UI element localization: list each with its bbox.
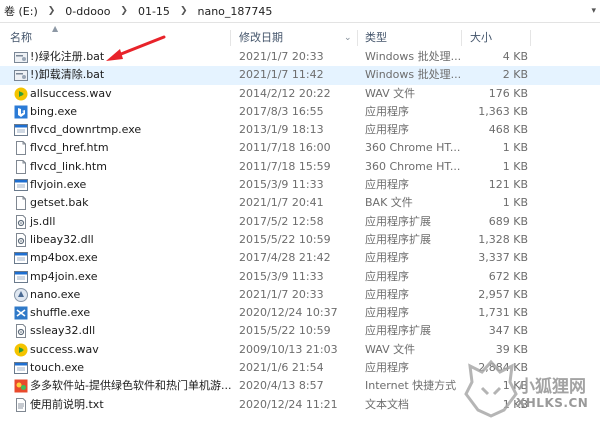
fox-logo-icon <box>464 359 518 418</box>
watermark-brand: 小狐狸网 <box>518 377 586 397</box>
watermark-url: XHLKS.CN <box>516 396 589 410</box>
